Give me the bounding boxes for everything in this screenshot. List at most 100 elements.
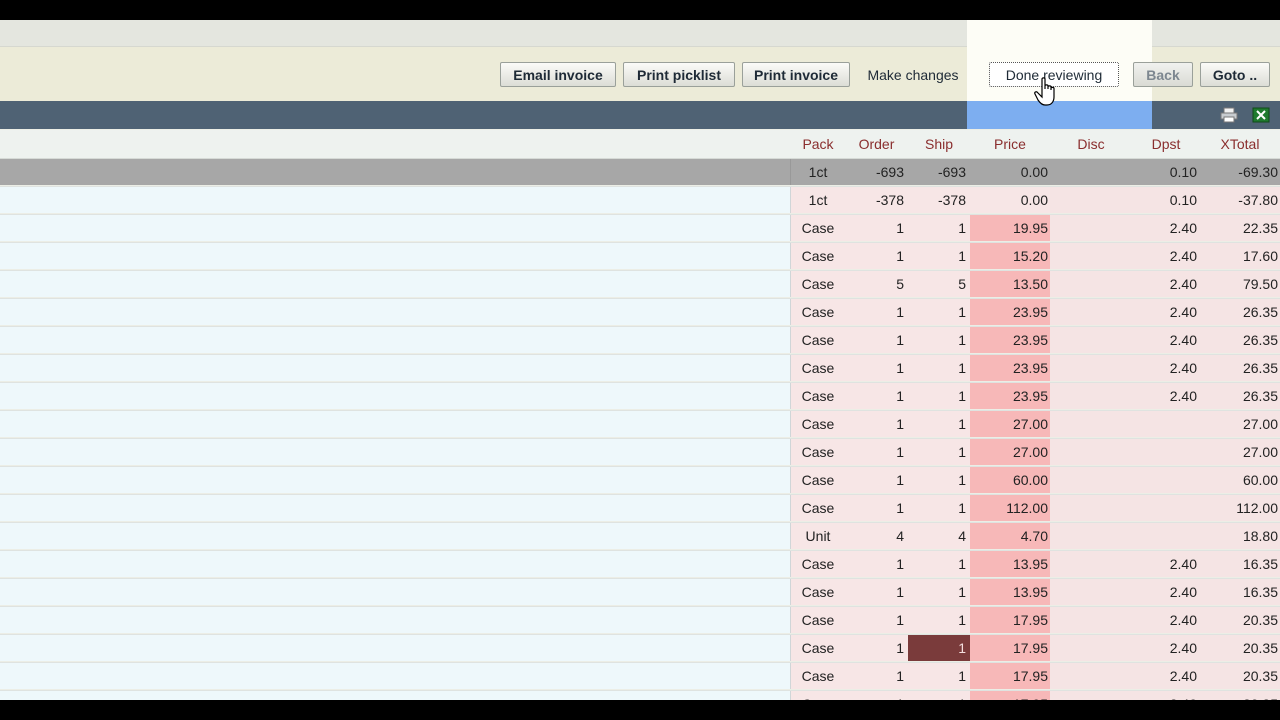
cell-ship[interactable]: 1 [908,411,970,437]
cell-price[interactable]: 17.95 [970,691,1050,700]
cell-ship[interactable]: -693 [908,159,970,185]
cell-ship[interactable]: 1 [908,635,970,661]
cell-xtotal[interactable]: 26.35 [1200,355,1280,381]
cell-ship[interactable]: 1 [908,607,970,633]
cell-ship[interactable]: 1 [908,495,970,521]
description-cell[interactable] [0,411,791,437]
cell-dpst[interactable] [1132,467,1200,493]
cell-price[interactable]: 4.70 [970,523,1050,549]
column-header-price[interactable]: Price [970,130,1050,158]
cell-disc[interactable] [1050,355,1132,381]
cell-order[interactable]: 1 [845,327,908,353]
cell-pack[interactable]: Case [791,467,845,493]
cell-pack[interactable]: Case [791,439,845,465]
cell-price[interactable]: 23.95 [970,383,1050,409]
cell-price[interactable]: 0.00 [970,159,1050,185]
cell-xtotal[interactable]: 79.50 [1200,271,1280,297]
cell-dpst[interactable]: 0.10 [1132,159,1200,185]
cell-dpst[interactable]: 2.40 [1132,355,1200,381]
cell-disc[interactable] [1050,523,1132,549]
cell-xtotal[interactable]: 20.35 [1200,635,1280,661]
table-row[interactable]: Case 1 1 23.95 2.40 26.35 [0,355,1280,383]
column-header-disc[interactable]: Disc [1050,130,1132,158]
cell-xtotal[interactable]: 17.60 [1200,243,1280,269]
column-header-xtotal[interactable]: XTotal [1200,130,1280,158]
cell-price[interactable]: 13.95 [970,579,1050,605]
table-row[interactable]: Case 1 1 23.95 2.40 26.35 [0,327,1280,355]
cell-ship[interactable]: 1 [908,355,970,381]
description-cell[interactable] [0,579,791,605]
cell-order[interactable]: 1 [845,551,908,577]
cell-order[interactable]: 1 [845,691,908,700]
cell-disc[interactable] [1050,439,1132,465]
printer-icon[interactable] [1220,107,1238,123]
cell-ship[interactable]: 1 [908,663,970,689]
cell-price[interactable]: 17.95 [970,635,1050,661]
description-cell[interactable] [0,159,791,185]
cell-xtotal[interactable]: 20.35 [1200,691,1280,700]
cell-pack[interactable]: 1ct [791,187,845,213]
table-row[interactable]: Case 1 1 60.00 60.00 [0,467,1280,495]
cell-xtotal[interactable]: 16.35 [1200,579,1280,605]
cell-dpst[interactable]: 2.40 [1132,691,1200,700]
description-cell[interactable] [0,439,791,465]
cell-xtotal[interactable]: 112.00 [1200,495,1280,521]
cell-dpst[interactable]: 0.10 [1132,187,1200,213]
cell-disc[interactable] [1050,383,1132,409]
cell-dpst[interactable]: 2.40 [1132,607,1200,633]
cell-pack[interactable]: Case [791,551,845,577]
goto-button[interactable]: Goto .. [1200,62,1270,87]
cell-price[interactable]: 15.20 [970,243,1050,269]
cell-xtotal[interactable]: 27.00 [1200,439,1280,465]
cell-order[interactable]: 1 [845,663,908,689]
cell-pack[interactable]: 1ct [791,159,845,185]
cell-xtotal[interactable]: 60.00 [1200,467,1280,493]
cell-pack[interactable]: Case [791,215,845,241]
cell-dpst[interactable]: 2.40 [1132,271,1200,297]
cell-pack[interactable]: Case [791,355,845,381]
cell-ship[interactable]: 1 [908,243,970,269]
cell-xtotal[interactable]: 16.35 [1200,551,1280,577]
description-cell[interactable] [0,355,791,381]
table-row[interactable]: 1ct -378 -378 0.00 0.10 -37.80 [0,187,1280,215]
description-cell[interactable] [0,467,791,493]
cell-ship[interactable]: 1 [908,551,970,577]
cell-dpst[interactable]: 2.40 [1132,579,1200,605]
cell-ship[interactable]: 1 [908,299,970,325]
cell-price[interactable]: 23.95 [970,355,1050,381]
table-row[interactable]: Case 1 1 23.95 2.40 26.35 [0,299,1280,327]
cell-xtotal[interactable]: 26.35 [1200,327,1280,353]
cell-ship[interactable]: 1 [908,215,970,241]
cell-ship[interactable]: 4 [908,523,970,549]
cell-price[interactable]: 0.00 [970,187,1050,213]
column-header-dpst[interactable]: Dpst [1132,130,1200,158]
cell-dpst[interactable] [1132,495,1200,521]
table-row[interactable]: Case 1 1 19.95 2.40 22.35 [0,215,1280,243]
description-cell[interactable] [0,691,791,700]
cell-dpst[interactable] [1132,411,1200,437]
cell-dpst[interactable]: 2.40 [1132,215,1200,241]
cell-ship[interactable]: 5 [908,271,970,297]
cell-order[interactable]: 1 [845,439,908,465]
cell-disc[interactable] [1050,327,1132,353]
cell-order[interactable]: 1 [845,243,908,269]
cell-dpst[interactable]: 2.40 [1132,327,1200,353]
cell-price[interactable]: 19.95 [970,215,1050,241]
cell-disc[interactable] [1050,243,1132,269]
cell-price[interactable]: 17.95 [970,607,1050,633]
cell-price[interactable]: 13.95 [970,551,1050,577]
cell-dpst[interactable]: 2.40 [1132,551,1200,577]
cell-pack[interactable]: Case [791,299,845,325]
description-cell[interactable] [0,607,791,633]
cell-ship[interactable]: 1 [908,327,970,353]
print-invoice-button[interactable]: Print invoice [742,62,850,87]
cell-xtotal[interactable]: 20.35 [1200,607,1280,633]
table-row[interactable]: Case 1 1 15.20 2.40 17.60 [0,243,1280,271]
cell-order[interactable]: 1 [845,635,908,661]
cell-pack[interactable]: Case [791,243,845,269]
cell-dpst[interactable]: 2.40 [1132,383,1200,409]
cell-disc[interactable] [1050,215,1132,241]
cell-dpst[interactable]: 2.40 [1132,663,1200,689]
cell-disc[interactable] [1050,607,1132,633]
cell-xtotal[interactable]: 22.35 [1200,215,1280,241]
